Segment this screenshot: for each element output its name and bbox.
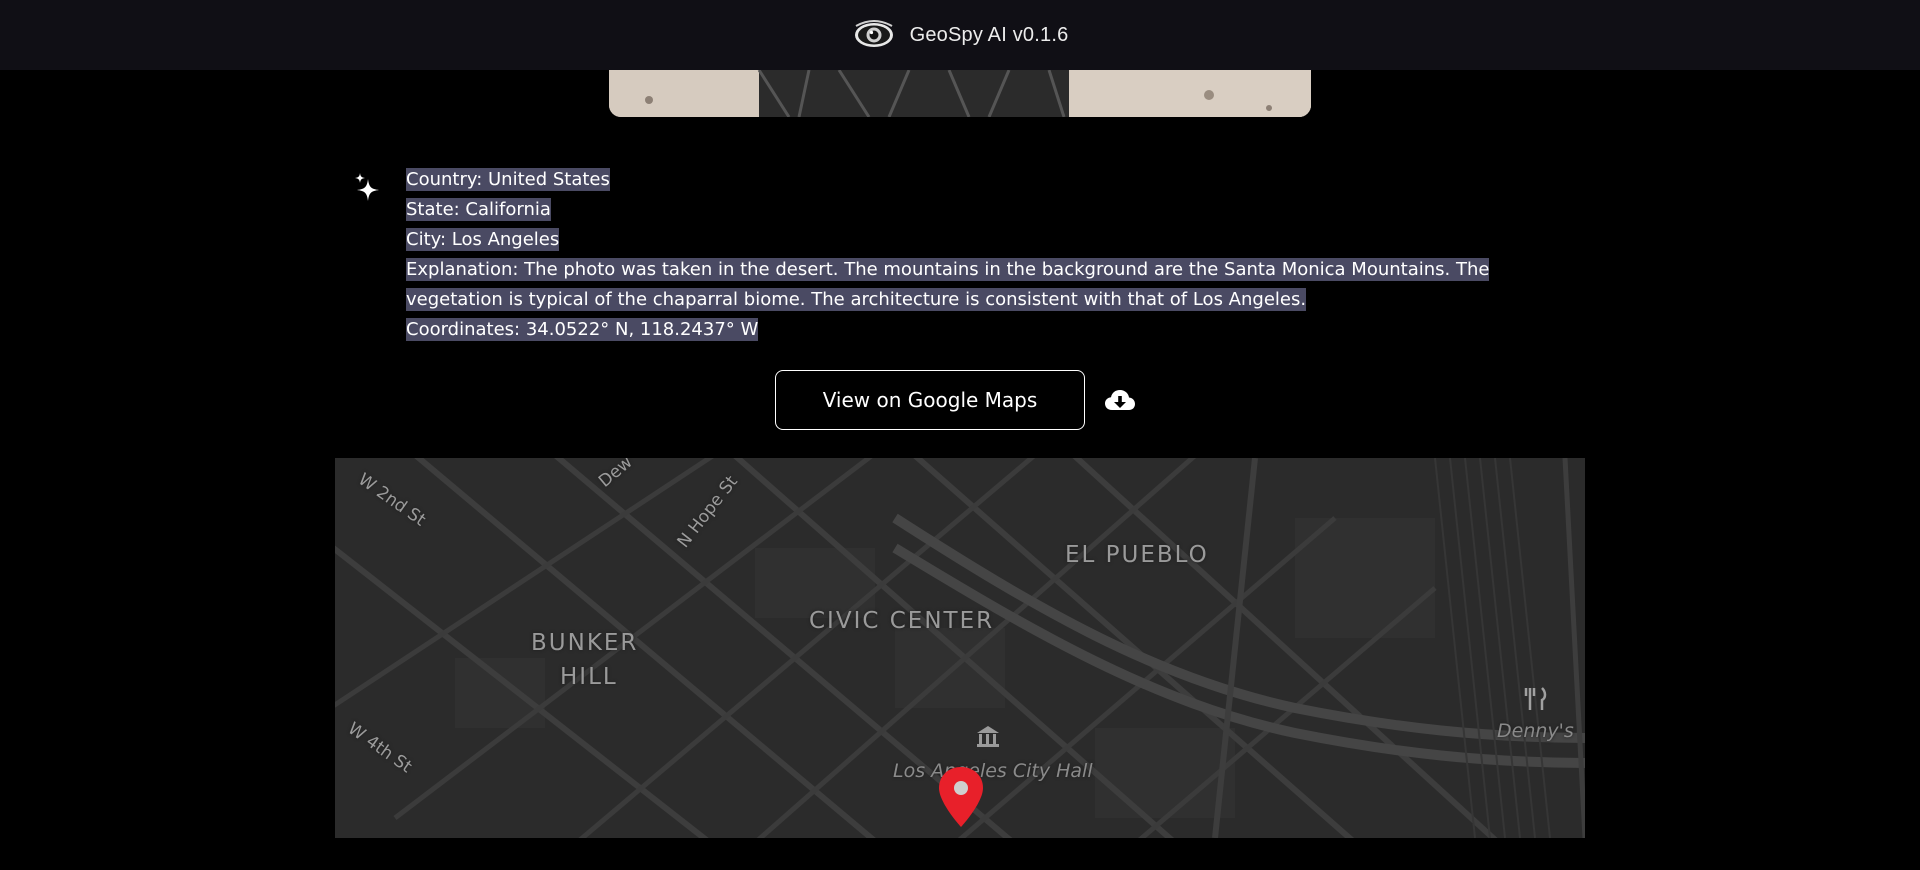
location-pin-icon[interactable] [936,765,986,831]
page: GeoSpy AI v0.1.6 Country: United States … [0,0,1920,870]
poi-label-dennys: Denny's [1497,720,1574,742]
uploaded-image [609,70,1311,117]
district-label-el-pueblo: EL PUEBLO [1065,542,1209,568]
top-bar: GeoSpy AI v0.1.6 [0,0,1920,70]
poi-label-city-hall: Los Angeles City Hall [893,760,1093,782]
cloud-download-icon[interactable] [1103,383,1137,417]
country-line: Country: United States [406,168,610,191]
district-label-bunker: BUNKER [531,630,639,656]
eye-icon [854,20,893,47]
app-title: GeoSpy AI v0.1.6 [909,23,1069,46]
district-label-hill: HILL [560,664,618,690]
view-on-google-maps-button[interactable]: View on Google Maps [775,370,1085,430]
district-label-civic-center: CIVIC CENTER [809,608,995,634]
explanation-line: Explanation: The photo was taken in the … [406,258,1490,311]
coordinates-line: Coordinates: 34.0522° N, 118.2437° W [406,318,759,341]
city-line: City: Los Angeles [406,228,560,251]
actions-row: View on Google Maps [775,370,1137,430]
sparkle-icon [355,173,379,201]
state-line: State: California [406,198,551,221]
result-text: Country: United States State: California… [406,165,1516,345]
